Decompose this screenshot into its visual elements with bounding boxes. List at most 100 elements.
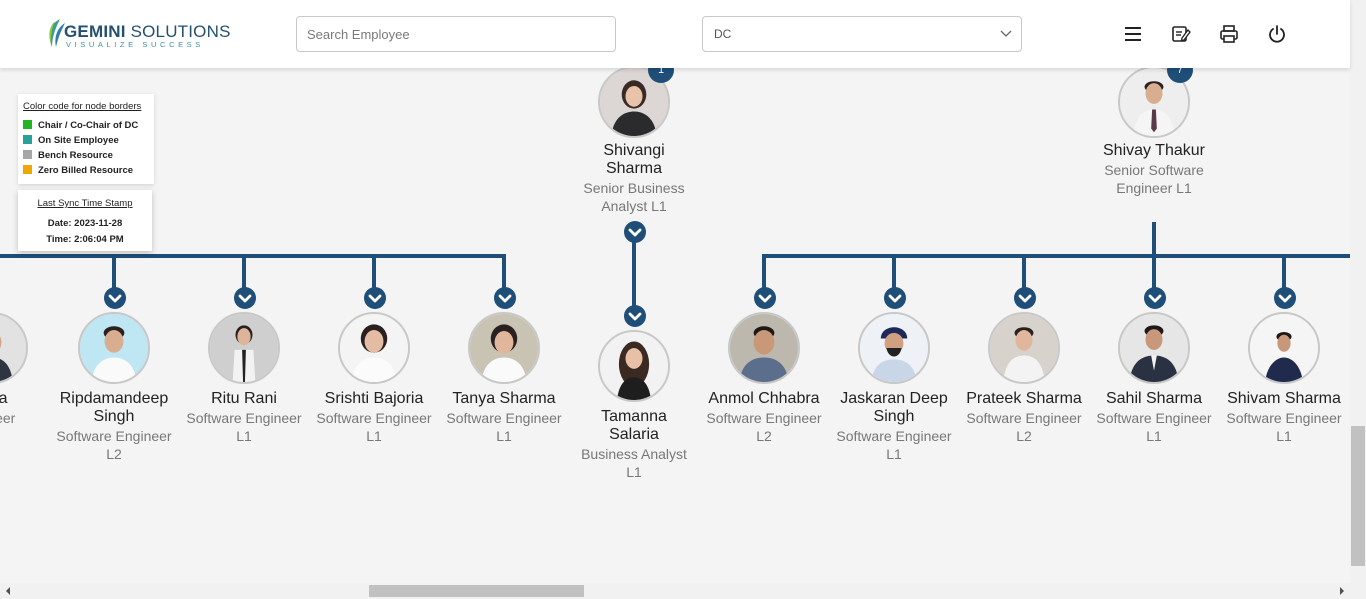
employee-name: Anmol Chhabra (708, 390, 820, 407)
org-node-sahil-sharma[interactable]: Sahil Sharma Software Engineer L1 (1089, 312, 1219, 444)
employee-name: Prateek Sharma (966, 390, 1082, 407)
expand-chevron-icon[interactable] (624, 221, 646, 243)
org-node-ripdamandeep-singh[interactable]: Ripdamandeep Singh Software Engineer L2 (49, 312, 179, 462)
employee-role: L2 (756, 428, 772, 444)
employee-role: L1 (886, 446, 902, 462)
expand-chevron-icon[interactable] (754, 287, 776, 309)
org-node-tanya-sharma[interactable]: Tanya Sharma Software Engineer L1 (439, 312, 569, 444)
employee-role: Software Engineer (1096, 410, 1212, 426)
employee-name: Shivam Sharma (1227, 390, 1341, 407)
avatar (1118, 312, 1190, 384)
avatar (598, 330, 670, 402)
expand-chevron-icon[interactable] (624, 305, 646, 327)
employee-role: Business Analyst (581, 446, 687, 462)
avatar (988, 312, 1060, 384)
expand-chevron-icon[interactable] (104, 287, 126, 309)
dc-select[interactable]: DC (702, 16, 1022, 52)
employee-name: Singh (93, 408, 135, 425)
search-input[interactable] (296, 16, 616, 52)
employee-name: Ritu Rani (211, 390, 277, 407)
org-node-shivam-sharma[interactable]: Shivam Sharma Software Engineer L1 (1219, 312, 1349, 444)
legend-label: Zero Billed Resource (38, 165, 134, 176)
dc-select-value: DC (714, 27, 732, 41)
employee-role: Software Engineer (1226, 410, 1342, 426)
employee-role: Software Engineer (706, 410, 822, 426)
employee-name: Jaskaran Deep (840, 390, 948, 407)
avatar (78, 312, 150, 384)
employee-name: Srishti Bajoria (324, 390, 424, 407)
expand-chevron-icon[interactable] (364, 287, 386, 309)
employee-role: L1 (366, 428, 382, 444)
employee-role: L1 (236, 428, 252, 444)
employee-name: Sahil Sharma (1105, 390, 1203, 407)
org-node-prateek-sharma[interactable]: Prateek Sharma Software Engineer L2 (959, 312, 1089, 444)
expand-chevron-icon[interactable] (494, 287, 516, 309)
print-icon[interactable] (1219, 24, 1239, 44)
employee-role: Software Engineer (316, 410, 432, 426)
expand-chevron-icon[interactable] (234, 287, 256, 309)
avatar (858, 312, 930, 384)
power-icon[interactable] (1267, 24, 1287, 44)
chevron-down-icon (1000, 30, 1012, 37)
company-logo[interactable]: GEMINI SOLUTIONS VISUALIZE SUCCESS (46, 18, 230, 52)
employee-role: Analyst L1 (601, 198, 667, 214)
org-node-jaskaran-deep-singh[interactable]: Jaskaran Deep Singh Software Engineer L1 (829, 312, 959, 462)
avatar (468, 312, 540, 384)
sync-date: Date: 2023-11-28 (47, 218, 123, 229)
logo-wordmark: GEMINI SOLUTIONS (64, 22, 231, 41)
employee-role: L1 (1146, 428, 1162, 444)
employee-role: Software Engineer (56, 428, 172, 444)
org-node-tamanna-salaria[interactable]: Tamanna Salaria Business Analyst L1 (569, 330, 699, 480)
legend-label: Chair / Co-Chair of DC (38, 120, 139, 131)
employee-name: Shivay Thakur (1103, 142, 1205, 159)
legend-swatch (23, 120, 32, 129)
employee-role: L2 (1016, 428, 1032, 444)
employee-name: Tanya Sharma (452, 390, 556, 407)
org-node-ritu-rani[interactable]: Ritu Rani Software Engineer L1 (179, 312, 309, 444)
employee-name: Ripdamandeep (59, 390, 169, 407)
legend-label: On Site Employee (38, 135, 119, 146)
color-legend: Color code for node borders Chair / Co-C… (18, 94, 154, 184)
expand-chevron-icon[interactable] (884, 287, 906, 309)
avatar (208, 312, 280, 384)
sync-time: Time: 2:06:04 PM (46, 234, 124, 245)
legend-swatch (23, 150, 32, 159)
employee-role: L2 (106, 446, 122, 462)
avatar (0, 312, 28, 384)
employee-role: Software Engineer (446, 410, 562, 426)
employee-role: Software Engineer (836, 428, 952, 444)
legend-label: Bench Resource (38, 150, 113, 161)
employee-name: Shivangi (603, 142, 665, 159)
employee-role: Software Engineer (966, 410, 1082, 426)
sync-timestamp-box: Last Sync Time Stamp Date: 2023-11-28 Ti… (18, 190, 152, 251)
employee-name: Salaria (609, 426, 659, 443)
org-node-shivangi-sharma[interactable]: Shivangi Sharma Senior Business Analyst … (569, 66, 699, 216)
avatar (338, 312, 410, 384)
org-node-shivay-thakur[interactable]: Shivay Thakur Senior Software Engineer L… (1089, 66, 1219, 196)
menu-icon[interactable] (1123, 24, 1143, 44)
employee-role: Software Engineer (186, 410, 302, 426)
employee-name: Tamanna (601, 408, 667, 425)
employee-role: L1 (626, 464, 642, 480)
expand-chevron-icon[interactable] (1014, 287, 1036, 309)
avatar (728, 312, 800, 384)
avatar (1248, 312, 1320, 384)
employee-role: Senior Software (1104, 162, 1204, 178)
edit-note-icon[interactable] (1171, 24, 1191, 44)
logo-tagline: VISUALIZE SUCCESS (66, 40, 204, 49)
employee-role: Senior Business (583, 180, 685, 196)
org-node-srishti-bajoria[interactable]: Srishti Bajoria Software Engineer L1 (309, 312, 439, 444)
employee-role: L1 (496, 428, 512, 444)
employee-role: L1 (1276, 428, 1292, 444)
legend-title: Color code for node borders (23, 101, 142, 112)
legend-swatch (23, 135, 32, 144)
employee-name: Sharma (605, 160, 663, 177)
employee-role: Engineer L1 (1116, 180, 1192, 196)
expand-chevron-icon[interactable] (1144, 287, 1166, 309)
top-bar: GEMINI SOLUTIONS VISUALIZE SUCCESS DC (0, 0, 1350, 68)
sync-title: Last Sync Time Stamp (37, 198, 133, 209)
logo-leaf-icon (49, 19, 65, 47)
vertical-scrollbar-thumb[interactable] (1351, 426, 1365, 566)
org-node-anmol-chhabra[interactable]: Anmol Chhabra Software Engineer L2 (699, 312, 829, 444)
expand-chevron-icon[interactable] (1274, 287, 1296, 309)
